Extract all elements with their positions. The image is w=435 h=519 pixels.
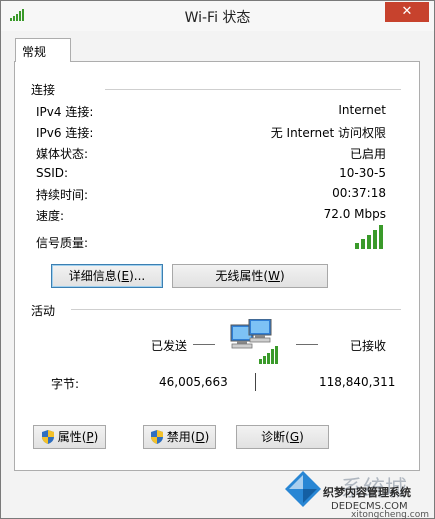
received-label: 已接收 (350, 339, 387, 353)
diagnose-button[interactable]: 诊断(G) (236, 425, 329, 449)
close-button[interactable]: ✕ (385, 2, 429, 22)
network-computers-icon (230, 319, 278, 364)
bytes-received-value: 118,840,311 (319, 375, 396, 389)
shield-icon (150, 430, 163, 444)
section-divider (71, 309, 401, 310)
ipv4-value: Internet (338, 103, 386, 117)
close-icon: ✕ (401, 4, 413, 19)
wifi-status-window: Wi-Fi 状态 ✕ 常规 连接 IPv4 连接: Internet IPv6 … (0, 0, 435, 519)
activity-divider (255, 373, 256, 391)
speed-label: 速度: (36, 209, 65, 223)
section-title-connection: 连接 (31, 83, 56, 97)
bytes-sent-value: 46,005,663 (159, 375, 228, 389)
ipv6-value: 无 Internet 访问权限 (270, 126, 386, 140)
tab-general[interactable]: 常规 (15, 38, 71, 62)
shield-icon (41, 430, 54, 444)
duration-label: 持续时间: (36, 188, 89, 202)
title-bar[interactable]: Wi-Fi 状态 ✕ (1, 1, 434, 31)
media-state-value: 已启用 (349, 147, 386, 161)
window-title: Wi-Fi 状态 (184, 10, 251, 26)
signal-quality-label: 信号质量: (36, 236, 89, 250)
signal-quality-icon (355, 225, 383, 249)
ipv6-label: IPv6 连接: (36, 126, 94, 140)
sent-connector (193, 344, 215, 345)
details-button[interactable]: 详细信息(E)... (51, 264, 163, 288)
media-state-label: 媒体状态: (36, 147, 89, 161)
watermark-text: xitongcheng.com (351, 510, 429, 519)
duration-value: 00:37:18 (332, 186, 386, 200)
disable-button[interactable]: 禁用(D) (143, 425, 216, 449)
properties-button[interactable]: 属性(P) (33, 425, 106, 449)
ssid-value: 10-30-5 (339, 166, 386, 180)
watermark-text: 织梦内容管理系统 (323, 486, 411, 499)
wireless-properties-button[interactable]: 无线属性(W) (172, 264, 328, 288)
ipv4-label: IPv4 连接: (36, 105, 94, 119)
sent-label: 已发送 (151, 339, 188, 353)
section-title-activity: 活动 (31, 304, 56, 318)
ssid-label: SSID: (36, 166, 69, 180)
bytes-label: 字节: (51, 377, 80, 391)
speed-value: 72.0 Mbps (323, 207, 386, 221)
received-connector (296, 344, 318, 345)
section-divider (105, 89, 401, 90)
